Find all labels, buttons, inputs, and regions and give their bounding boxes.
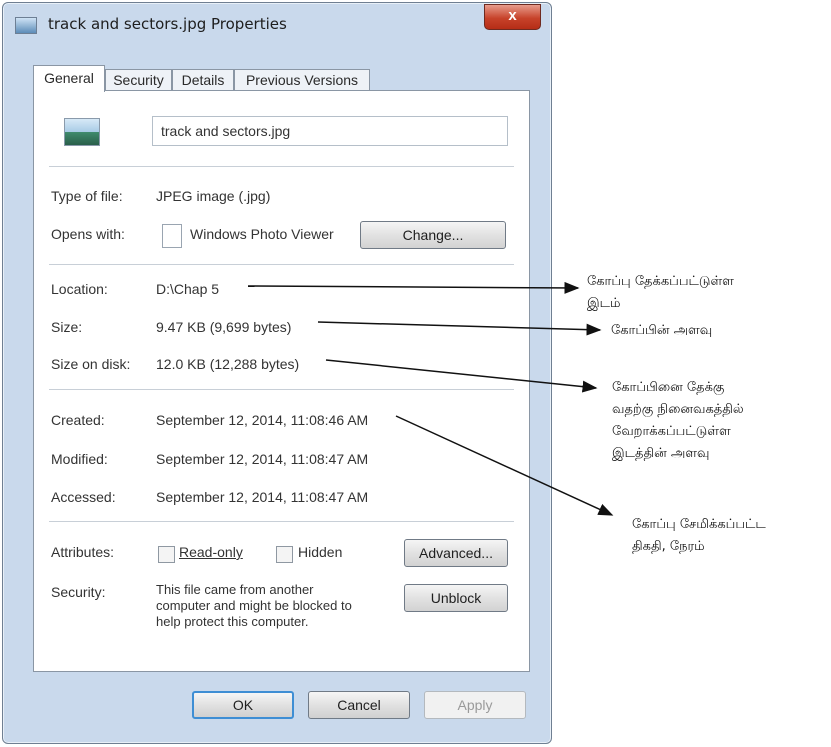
annotation-created-2: திகதி, நேரம் [632, 539, 705, 554]
annotation-created-1: கோப்பு சேமிக்கப்பட்ட [632, 517, 766, 532]
tab-general[interactable]: General [33, 65, 105, 92]
annotation-disk-4: இடத்தின் அளவு [612, 446, 710, 461]
annotation-disk-2: வதற்கு நினைவகத்தில் [612, 402, 744, 417]
annotation-arrows [247, 281, 614, 516]
annotation-location-2: இடம் [587, 296, 621, 311]
annotation-disk-3: வேறாக்கப்பட்டுள்ள [612, 424, 731, 439]
annotation-size: கோப்பின் அளவு [611, 323, 713, 338]
annotation-disk-1: கோப்பினை தேக்கு [612, 380, 725, 395]
created-arrow [395, 415, 614, 516]
size-on-disk-arrow [325, 359, 598, 393]
size-arrow [317, 321, 602, 336]
annotation-location-1: கோப்பு தேக்கப்பட்டுள்ள [587, 274, 734, 289]
location-arrow [247, 281, 580, 294]
